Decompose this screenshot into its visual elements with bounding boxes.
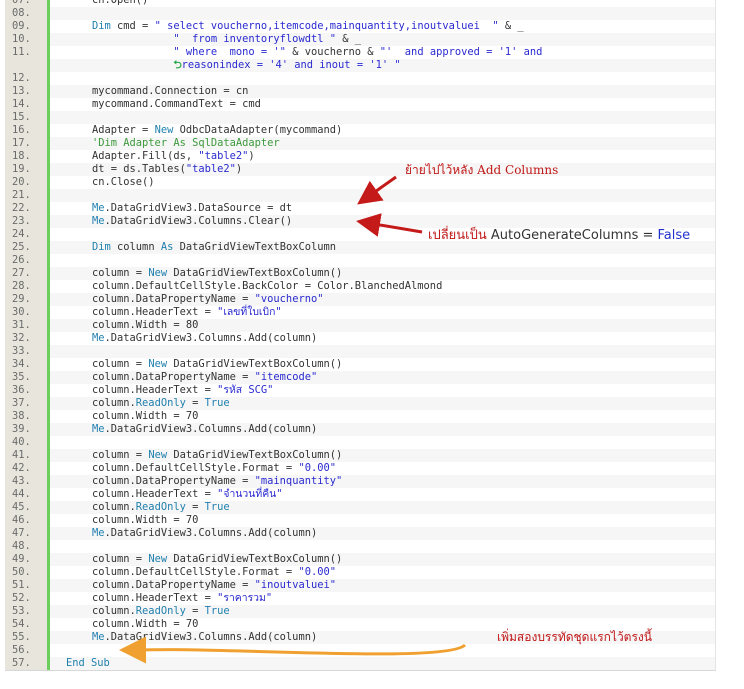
arrow-to-datasource xyxy=(357,175,397,205)
change-annotation-thai: เปลี่ยนเป็น xyxy=(428,228,487,243)
annotation-arrows xyxy=(119,175,467,664)
add-annotation: เพิ่มสองบรรทัดชุดแรกไว้ตรงนี้ xyxy=(497,630,652,644)
arrow-to-columns-clear xyxy=(356,213,423,237)
move-annotation: ย้ายไปไว้หลัง Add Columns xyxy=(405,163,559,177)
change-annotation-property: AutoGenerateColumns = xyxy=(490,228,654,243)
change-annotation-value: False xyxy=(657,228,691,243)
change-annotation: เปลี่ยนเป็น AutoGenerateColumns = False xyxy=(428,224,690,245)
arrow-to-insert-point xyxy=(119,636,467,664)
